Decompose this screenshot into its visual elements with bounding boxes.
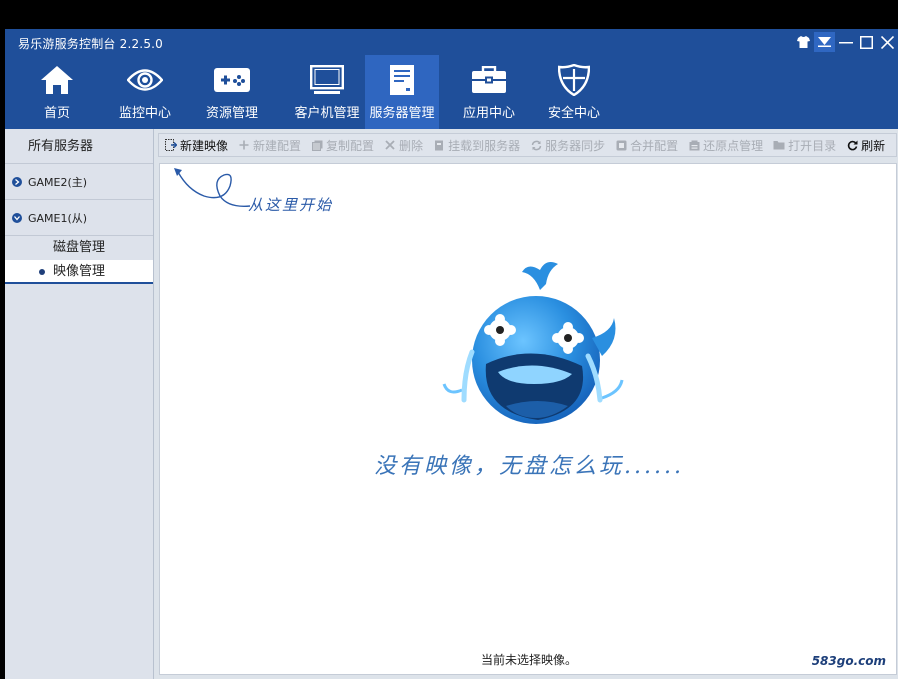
- sidebar-item-disk-management[interactable]: 磁盘管理: [5, 236, 153, 260]
- restore-point-button[interactable]: 还原点管理: [688, 137, 763, 154]
- window-title: 易乐游服务控制台 2.2.5.0: [18, 37, 163, 51]
- tshirt-icon: [797, 36, 810, 48]
- main-panel: 新建映像 新建配置 复制配置 删除 挂载到服务器 服务器同步 合并配置 还原点管…: [158, 129, 898, 679]
- close-button[interactable]: [877, 32, 898, 52]
- maximize-icon: [860, 35, 873, 49]
- chevron-down-icon: [12, 212, 22, 223]
- nav-label: 客户机管理: [294, 106, 360, 121]
- monitor-icon: [310, 65, 344, 94]
- nav-label: 首页: [43, 106, 70, 121]
- new-image-label: 新建映像: [180, 138, 229, 153]
- sync-icon: [530, 139, 542, 151]
- hint-arrow-icon: [174, 168, 251, 207]
- home-icon: [41, 66, 73, 94]
- server-sync-label: 服务器同步: [545, 138, 606, 153]
- empty-state-message: 没有映像，无盘怎么玩......: [374, 454, 684, 479]
- restore-point-icon: [688, 139, 700, 151]
- main-nav: 首页 监控中心 资源管理 客户机管理 服务器管理 应用中心 安全中心: [5, 55, 898, 129]
- nav-app-center[interactable]: 应用中心: [452, 55, 526, 129]
- server-group-label: GAME1(从): [28, 211, 88, 225]
- refresh-icon: [846, 139, 858, 151]
- minimize-icon: [838, 42, 853, 44]
- new-config-label: 新建配置: [253, 138, 302, 153]
- nav-resource-management[interactable]: 资源管理: [195, 55, 269, 129]
- server-sidebar: 所有服务器 GAME2(主) GAME1(从) 磁盘管理 映像管理: [5, 129, 154, 679]
- copy-config-button[interactable]: 复制配置: [311, 137, 374, 154]
- open-directory-button[interactable]: 打开目录: [773, 137, 836, 154]
- nav-label: 安全中心: [547, 106, 600, 121]
- delete-x-icon: [384, 139, 396, 151]
- close-icon: [881, 35, 894, 49]
- nav-label: 监控中心: [118, 106, 171, 121]
- delete-label: 删除: [399, 138, 424, 153]
- chevron-down-icon: [818, 37, 831, 47]
- minimize-button[interactable]: [835, 32, 856, 52]
- sidebar-item-image-management[interactable]: 映像管理: [5, 260, 153, 284]
- nav-security-center[interactable]: 安全中心: [537, 55, 611, 129]
- nav-server-management[interactable]: 服务器管理: [365, 55, 439, 129]
- open-directory-label: 打开目录: [788, 138, 837, 153]
- nav-label: 服务器管理: [369, 106, 435, 121]
- refresh-label: 刷新: [861, 138, 886, 153]
- mount-to-server-label: 挂载到服务器: [448, 138, 521, 153]
- start-here-hint: 从这里开始: [248, 196, 334, 214]
- server-icon: [390, 65, 414, 95]
- mount-to-server-button[interactable]: 挂载到服务器: [433, 137, 520, 154]
- nav-client-management[interactable]: 客户机管理: [279, 55, 375, 129]
- image-toolbar: 新建映像 新建配置 复制配置 删除 挂载到服务器 服务器同步 合并配置 还原点管…: [158, 133, 897, 157]
- restore-point-label: 还原点管理: [703, 138, 764, 153]
- copy-icon: [311, 139, 323, 151]
- crying-whale-mascot-icon: [442, 262, 624, 424]
- nav-label: 应用中心: [462, 106, 515, 121]
- selection-status: 当前未选择映像。: [480, 653, 577, 667]
- new-image-icon: [165, 139, 177, 151]
- menu-dropdown-button[interactable]: [814, 32, 835, 52]
- selected-bullet-icon: [39, 269, 45, 275]
- site-watermark: 583go.com: [811, 654, 886, 668]
- new-image-button[interactable]: 新建映像: [165, 137, 228, 154]
- image-list-area[interactable]: 从这里开始 没有映像，无盘怎么玩...... 当前未选择映像。 583go.co…: [159, 163, 897, 675]
- eye-icon: [127, 69, 163, 91]
- nav-label: 资源管理: [205, 106, 258, 121]
- plus-icon: [238, 139, 250, 151]
- window-controls: [793, 32, 898, 52]
- merge-config-button[interactable]: 合并配置: [615, 137, 678, 154]
- toolbox-icon: [472, 66, 506, 93]
- mount-icon: [433, 139, 445, 151]
- maximize-button[interactable]: [856, 32, 877, 52]
- title-bar: 易乐游服务控制台 2.2.5.0: [5, 29, 898, 55]
- server-group-game2[interactable]: GAME2(主): [5, 164, 153, 200]
- shield-icon: [558, 64, 590, 96]
- copy-config-label: 复制配置: [326, 138, 375, 153]
- refresh-button[interactable]: 刷新: [846, 137, 885, 154]
- server-group-label: GAME2(主): [28, 175, 88, 189]
- merge-config-label: 合并配置: [630, 138, 679, 153]
- server-sync-button[interactable]: 服务器同步: [530, 137, 605, 154]
- chevron-right-icon: [12, 176, 22, 187]
- nav-monitor-center[interactable]: 监控中心: [108, 55, 182, 129]
- screen-top-strip: [0, 0, 898, 29]
- gamepad-icon: [214, 68, 250, 92]
- server-group-game1[interactable]: GAME1(从): [5, 200, 153, 236]
- delete-button[interactable]: 删除: [384, 137, 423, 154]
- folder-icon: [773, 139, 785, 151]
- all-servers-header[interactable]: 所有服务器: [5, 129, 153, 164]
- sidebar-item-label: 映像管理: [53, 264, 106, 279]
- merge-icon: [615, 139, 627, 151]
- new-config-button[interactable]: 新建配置: [238, 137, 301, 154]
- skin-button[interactable]: [793, 32, 814, 52]
- nav-home[interactable]: 首页: [23, 55, 91, 129]
- app-window: 易乐游服务控制台 2.2.5.0 首页 监控中心 资源管理 客户机管理 服务器管…: [5, 29, 898, 679]
